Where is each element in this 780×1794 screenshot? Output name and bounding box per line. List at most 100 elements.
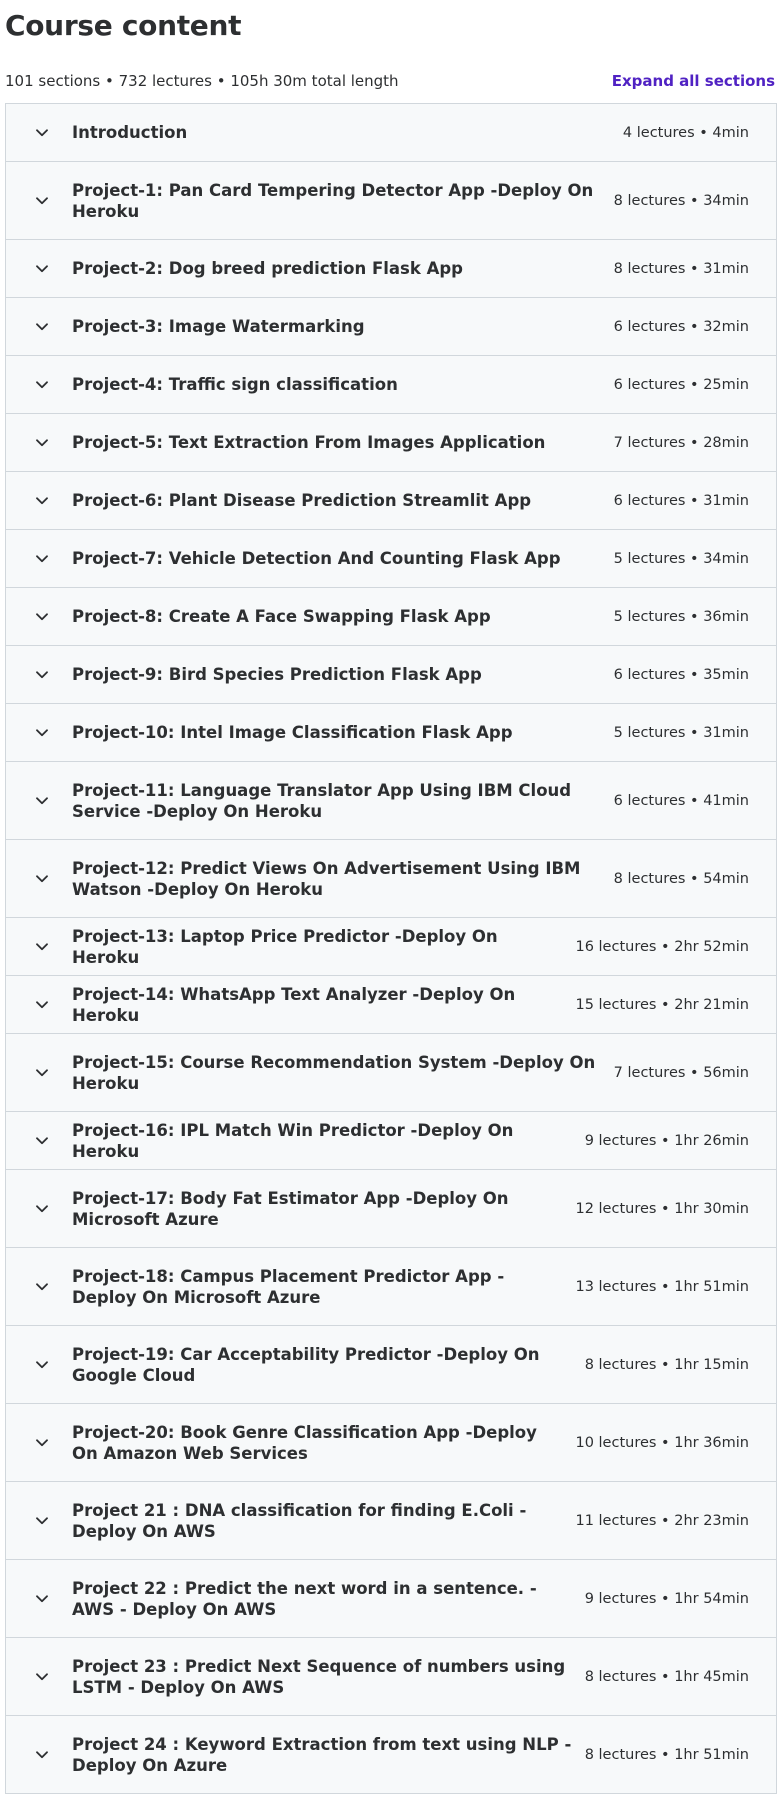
- section-title: Project-7: Vehicle Detection And Countin…: [72, 549, 561, 568]
- chevron-down-icon: [35, 1514, 49, 1528]
- chevron-down-icon: [35, 194, 49, 208]
- section-title: Project-16: IPL Match Win Predictor -Dep…: [72, 1120, 514, 1161]
- section-meta: 8 lectures • 1hr 15min: [584, 1356, 749, 1373]
- section-row[interactable]: Project-8: Create A Face Swapping Flask …: [6, 588, 776, 646]
- chevron-down-icon: [35, 726, 49, 740]
- section-row[interactable]: Project-9: Bird Species Prediction Flask…: [6, 646, 776, 704]
- section-row[interactable]: Project-10: Intel Image Classification F…: [6, 704, 776, 762]
- section-row[interactable]: Project-7: Vehicle Detection And Countin…: [6, 530, 776, 588]
- section-row[interactable]: Project-17: Body Fat Estimator App -Depl…: [6, 1170, 776, 1248]
- section-meta: 5 lectures • 36min: [613, 608, 749, 625]
- chevron-down-icon: [35, 1436, 49, 1450]
- section-title: Project-11: Language Translator App Usin…: [72, 780, 572, 821]
- chevron-down-icon: [35, 1202, 49, 1216]
- chevron-down-icon: [35, 494, 49, 508]
- section-meta: 4 lectures • 4min: [622, 124, 749, 141]
- section-row[interactable]: Project-19: Car Acceptability Predictor …: [6, 1326, 776, 1404]
- section-meta: 15 lectures • 2hr 21min: [575, 996, 749, 1013]
- course-summary: 101 sections • 732 lectures • 105h 30m t…: [5, 72, 399, 90]
- chevron-down-icon: [35, 794, 49, 808]
- section-row[interactable]: Project 23 : Predict Next Sequence of nu…: [6, 1638, 776, 1716]
- section-row[interactable]: Project-11: Language Translator App Usin…: [6, 762, 776, 840]
- section-list: Introduction 4 lectures • 4min Project-1: …: [5, 103, 777, 1794]
- chevron-down-icon: [35, 872, 49, 886]
- section-title: Project-3: Image Watermarking: [72, 317, 365, 336]
- section-row[interactable]: Project-16: IPL Match Win Predictor -Dep…: [6, 1112, 776, 1170]
- chevron-down-icon: [35, 1066, 49, 1080]
- section-title: Project 23 : Predict Next Sequence of nu…: [72, 1656, 566, 1697]
- section-title: Project-15: Course Recommendation System…: [72, 1052, 596, 1093]
- section-meta: 7 lectures • 28min: [613, 434, 749, 451]
- section-row[interactable]: Project-2: Dog breed prediction Flask Ap…: [6, 240, 776, 298]
- section-title: Project-6: Plant Disease Prediction Stre…: [72, 491, 532, 510]
- section-row[interactable]: Project-20: Book Genre Classification Ap…: [6, 1404, 776, 1482]
- chevron-down-icon: [35, 668, 49, 682]
- section-meta: 8 lectures • 54min: [613, 870, 749, 887]
- chevron-down-icon: [35, 940, 49, 954]
- section-meta: 5 lectures • 31min: [613, 724, 749, 741]
- section-title: Project-8: Create A Face Swapping Flask …: [72, 607, 491, 626]
- section-meta: 6 lectures • 25min: [613, 376, 749, 393]
- section-title: Project 22 : Predict the next word in a …: [72, 1578, 537, 1619]
- section-title: Project-1: Pan Card Tempering Detector A…: [72, 180, 594, 221]
- section-meta: 8 lectures • 1hr 45min: [584, 1668, 749, 1685]
- section-row[interactable]: Project 24 : Keyword Extraction from tex…: [6, 1716, 776, 1794]
- section-title: Project-4: Traffic sign classification: [72, 375, 398, 394]
- section-row[interactable]: Project 21 : DNA classification for find…: [6, 1482, 776, 1560]
- section-title: Project-9: Bird Species Prediction Flask…: [72, 665, 482, 684]
- expand-all-sections-button[interactable]: Expand all sections: [612, 72, 775, 90]
- chevron-down-icon: [35, 1134, 49, 1148]
- section-meta: 11 lectures • 2hr 23min: [575, 1512, 749, 1529]
- section-meta: 9 lectures • 1hr 26min: [584, 1132, 749, 1149]
- section-title: Project 24 : Keyword Extraction from tex…: [72, 1734, 572, 1775]
- section-title: Project-12: Predict Views On Advertiseme…: [72, 858, 581, 899]
- section-row[interactable]: Project-18: Campus Placement Predictor A…: [6, 1248, 776, 1326]
- chevron-down-icon: [35, 1592, 49, 1606]
- section-title: Project-10: Intel Image Classification F…: [72, 723, 513, 742]
- section-title: Project-5: Text Extraction From Images A…: [72, 433, 546, 452]
- section-row[interactable]: Project-12: Predict Views On Advertiseme…: [6, 840, 776, 918]
- section-meta: 12 lectures • 1hr 30min: [575, 1200, 749, 1217]
- section-meta: 7 lectures • 56min: [613, 1064, 749, 1081]
- section-row[interactable]: Project-15: Course Recommendation System…: [6, 1034, 776, 1112]
- section-row[interactable]: Project 22 : Predict the next word in a …: [6, 1560, 776, 1638]
- section-row[interactable]: Project-6: Plant Disease Prediction Stre…: [6, 472, 776, 530]
- section-meta: 8 lectures • 34min: [613, 192, 749, 209]
- chevron-down-icon: [35, 1748, 49, 1762]
- section-title: Project-19: Car Acceptability Predictor …: [72, 1344, 540, 1385]
- section-row[interactable]: Project-5: Text Extraction From Images A…: [6, 414, 776, 472]
- section-title: Project-20: Book Genre Classification Ap…: [72, 1422, 537, 1463]
- section-meta: 6 lectures • 32min: [613, 318, 749, 335]
- section-meta: 13 lectures • 1hr 51min: [575, 1278, 749, 1295]
- chevron-down-icon: [35, 1280, 49, 1294]
- section-title: Project-2: Dog breed prediction Flask Ap…: [72, 259, 463, 278]
- section-row[interactable]: Project-3: Image Watermarking 6 lectures …: [6, 298, 776, 356]
- section-row[interactable]: Project-13: Laptop Price Predictor -Depl…: [6, 918, 776, 976]
- section-meta: 5 lectures • 34min: [613, 550, 749, 567]
- chevron-down-icon: [35, 1358, 49, 1372]
- section-title: Project-17: Body Fat Estimator App -Depl…: [72, 1188, 509, 1229]
- section-title: Introduction: [72, 123, 188, 142]
- chevron-down-icon: [35, 320, 49, 334]
- chevron-down-icon: [35, 1670, 49, 1684]
- chevron-down-icon: [35, 552, 49, 566]
- chevron-down-icon: [35, 262, 49, 276]
- section-meta: 10 lectures • 1hr 36min: [575, 1434, 749, 1451]
- section-row[interactable]: Project-1: Pan Card Tempering Detector A…: [6, 162, 776, 240]
- chevron-down-icon: [35, 436, 49, 450]
- section-meta: 6 lectures • 41min: [613, 792, 749, 809]
- chevron-down-icon: [35, 610, 49, 624]
- chevron-down-icon: [35, 998, 49, 1012]
- section-meta: 6 lectures • 31min: [613, 492, 749, 509]
- summary-row: 101 sections • 732 lectures • 105h 30m t…: [5, 70, 775, 92]
- section-title: Project-13: Laptop Price Predictor -Depl…: [72, 926, 498, 967]
- section-meta: 8 lectures • 1hr 51min: [584, 1746, 749, 1763]
- section-row[interactable]: Project-4: Traffic sign classification 6 …: [6, 356, 776, 414]
- section-title: Project 21 : DNA classification for find…: [72, 1500, 527, 1541]
- section-meta: 9 lectures • 1hr 54min: [584, 1590, 749, 1607]
- section-meta: 8 lectures • 31min: [613, 260, 749, 277]
- section-title: Project-18: Campus Placement Predictor A…: [72, 1266, 505, 1307]
- chevron-down-icon: [35, 378, 49, 392]
- section-row[interactable]: Introduction 4 lectures • 4min: [6, 104, 776, 162]
- section-row[interactable]: Project-14: WhatsApp Text Analyzer -Depl…: [6, 976, 776, 1034]
